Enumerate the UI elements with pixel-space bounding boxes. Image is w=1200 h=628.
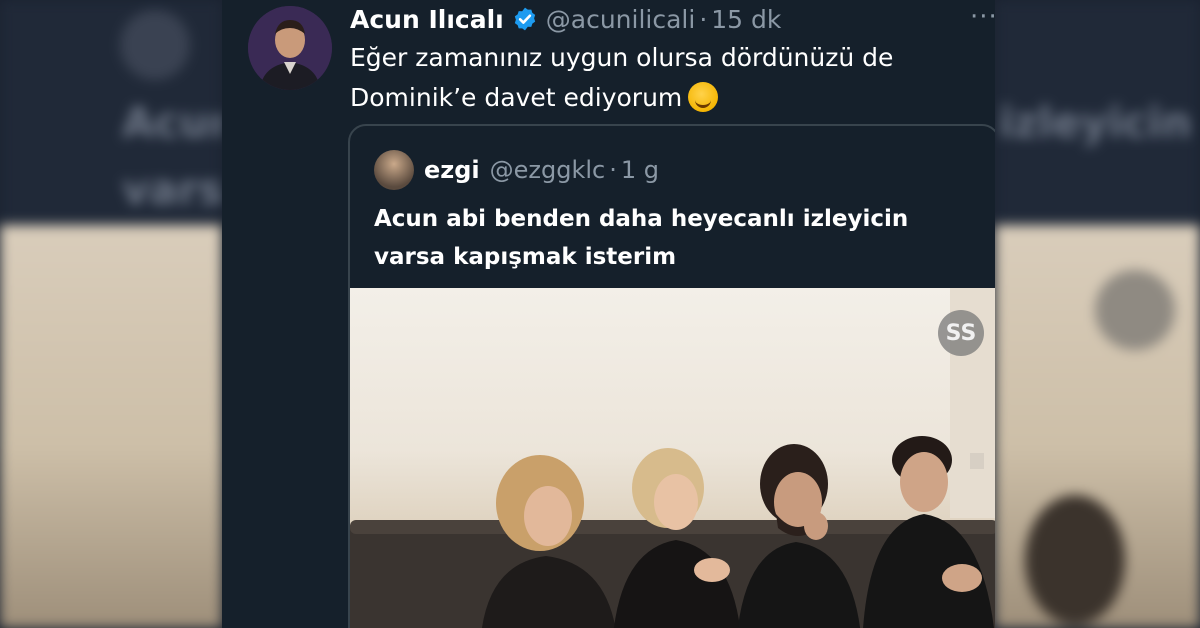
tweet-text-line-1: Eğer zamanınız uygun olursa dördünüzü de (350, 43, 894, 72)
more-options-icon[interactable]: ··· (970, 4, 995, 30)
tweet-header: Acun Ilıcalı @acunilicali · 15 dk (350, 2, 781, 36)
quoted-author-handle: @ezggklc (489, 156, 606, 184)
quoted-tweet-text: Acun abi benden daha heyecanlı izleyicin… (374, 200, 984, 276)
video-scene-image (350, 288, 995, 628)
watermark-logo-icon: SS (938, 310, 984, 356)
quoted-video-thumbnail[interactable]: SS (350, 288, 995, 628)
verified-badge-icon (514, 7, 535, 31)
tweet-text: Eğer zamanınız uygun olursa dördünüzü de… (350, 38, 980, 118)
quoted-tweet-timestamp: 1 g (620, 156, 660, 184)
smiling-face-emoji-icon (688, 82, 719, 112)
quoted-text-line-1: Acun abi benden daha heyecanlı izleyicin (374, 206, 909, 232)
quoted-text-line-2: varsa kapışmak isterim (374, 244, 677, 270)
tweet-text-line-2: Dominik’e davet ediyorum (350, 83, 683, 112)
blurred-background-right: izleyicin (995, 0, 1200, 628)
quoted-author-avatar (374, 150, 414, 190)
quoted-author-name: ezgi (424, 156, 480, 184)
quoted-tweet-header: ezgi @ezggklc · 1 g (424, 152, 659, 188)
quoted-tweet[interactable]: ezgi @ezggklc · 1 g Acun abi benden daha… (348, 124, 995, 628)
blurred-background-left: Acun varsa (0, 0, 222, 628)
author-avatar[interactable] (248, 6, 332, 90)
header-separator: · (699, 4, 708, 34)
author-handle[interactable]: @acunilicali (546, 5, 696, 34)
quoted-header-separator: · (609, 156, 617, 184)
tweet-timestamp[interactable]: 15 dk (711, 5, 781, 34)
tweet-card[interactable]: Acun Ilıcalı @acunilicali · 15 dk ··· Eğ… (222, 0, 995, 628)
author-name[interactable]: Acun Ilıcalı (350, 5, 504, 34)
